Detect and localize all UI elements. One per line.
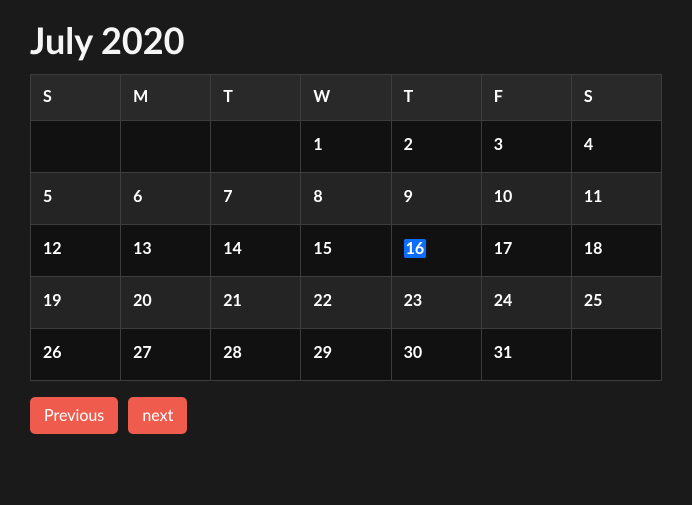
date-number: 14 (223, 239, 242, 258)
calendar-date-cell[interactable]: 11 (571, 173, 661, 225)
calendar-week-row: 5 6 7 8 9 10 11 (31, 173, 662, 225)
previous-button[interactable]: Previous (30, 397, 118, 434)
date-number: 10 (494, 187, 513, 206)
weekday-header: S (571, 75, 661, 121)
date-number: 4 (584, 135, 593, 154)
calendar-date-cell[interactable]: 6 (121, 173, 211, 225)
calendar-week-row: 1 2 3 4 (31, 121, 662, 173)
calendar-date-cell[interactable]: 16 (391, 225, 481, 277)
calendar-date-cell[interactable]: 26 (31, 329, 121, 381)
calendar-date-cell[interactable]: 14 (211, 225, 301, 277)
weekday-header: T (391, 75, 481, 121)
calendar-week-row: 26 27 28 29 30 31 (31, 329, 662, 381)
calendar-date-cell[interactable]: 12 (31, 225, 121, 277)
calendar-date-cell[interactable]: 13 (121, 225, 211, 277)
next-button[interactable]: next (128, 397, 187, 434)
date-number: 13 (133, 239, 152, 258)
calendar-date-cell[interactable]: 5 (31, 173, 121, 225)
date-number: 18 (584, 239, 603, 258)
date-number: 21 (223, 291, 242, 310)
date-number: 27 (133, 343, 152, 362)
date-number: 9 (404, 187, 413, 206)
weekday-header: W (301, 75, 391, 121)
date-number: 22 (313, 291, 332, 310)
calendar-date-cell[interactable]: 8 (301, 173, 391, 225)
calendar-date-cell (31, 121, 121, 173)
date-number: 3 (494, 135, 503, 154)
calendar-date-cell[interactable]: 27 (121, 329, 211, 381)
calendar-date-cell[interactable]: 9 (391, 173, 481, 225)
calendar-date-cell[interactable]: 1 (301, 121, 391, 173)
date-number: 20 (133, 291, 152, 310)
calendar-date-cell[interactable]: 20 (121, 277, 211, 329)
weekday-header: T (211, 75, 301, 121)
date-number: 12 (43, 239, 62, 258)
calendar-grid: S M T W T F S 12345678910111213141516171… (30, 74, 662, 381)
weekday-header: F (481, 75, 571, 121)
date-number: 11 (584, 187, 603, 206)
date-number: 23 (404, 291, 423, 310)
calendar-date-cell[interactable]: 30 (391, 329, 481, 381)
calendar-week-row: 12 13 14 15 16 17 18 (31, 225, 662, 277)
date-number: 7 (223, 187, 232, 206)
date-number: 19 (43, 291, 62, 310)
calendar-date-cell[interactable]: 31 (481, 329, 571, 381)
calendar-date-cell[interactable]: 17 (481, 225, 571, 277)
calendar-date-cell (211, 121, 301, 173)
nav-buttons: Previous next (30, 397, 662, 434)
calendar-date-cell (571, 329, 661, 381)
date-number: 24 (494, 291, 513, 310)
calendar-week-row: 19 20 21 22 23 24 25 (31, 277, 662, 329)
date-number: 26 (43, 343, 62, 362)
calendar-date-cell[interactable]: 7 (211, 173, 301, 225)
date-number: 8 (313, 187, 322, 206)
calendar-date-cell[interactable]: 24 (481, 277, 571, 329)
calendar-date-cell[interactable]: 28 (211, 329, 301, 381)
calendar-date-cell[interactable]: 4 (571, 121, 661, 173)
date-number: 15 (313, 239, 332, 258)
date-number: 2 (404, 135, 413, 154)
calendar-date-cell[interactable]: 2 (391, 121, 481, 173)
calendar-date-cell[interactable]: 15 (301, 225, 391, 277)
calendar-date-cell (121, 121, 211, 173)
calendar-date-cell[interactable]: 21 (211, 277, 301, 329)
date-number: 31 (494, 343, 513, 362)
date-number: 6 (133, 187, 142, 206)
calendar-title: July 2020 (30, 18, 662, 62)
calendar-date-cell[interactable]: 23 (391, 277, 481, 329)
weekday-header: S (31, 75, 121, 121)
date-number: 28 (223, 343, 242, 362)
calendar-date-cell[interactable]: 22 (301, 277, 391, 329)
calendar-date-cell[interactable]: 29 (301, 329, 391, 381)
date-number: 17 (494, 239, 513, 258)
date-number: 16 (404, 239, 427, 258)
calendar-date-cell[interactable]: 18 (571, 225, 661, 277)
date-number: 1 (313, 135, 322, 154)
calendar-date-cell[interactable]: 3 (481, 121, 571, 173)
date-number: 30 (404, 343, 423, 362)
weekday-header-row: S M T W T F S (31, 75, 662, 121)
weekday-header: M (121, 75, 211, 121)
date-number: 25 (584, 291, 603, 310)
date-number: 5 (43, 187, 52, 206)
calendar-date-cell[interactable]: 19 (31, 277, 121, 329)
date-number: 29 (313, 343, 332, 362)
calendar-date-cell[interactable]: 10 (481, 173, 571, 225)
calendar-date-cell[interactable]: 25 (571, 277, 661, 329)
